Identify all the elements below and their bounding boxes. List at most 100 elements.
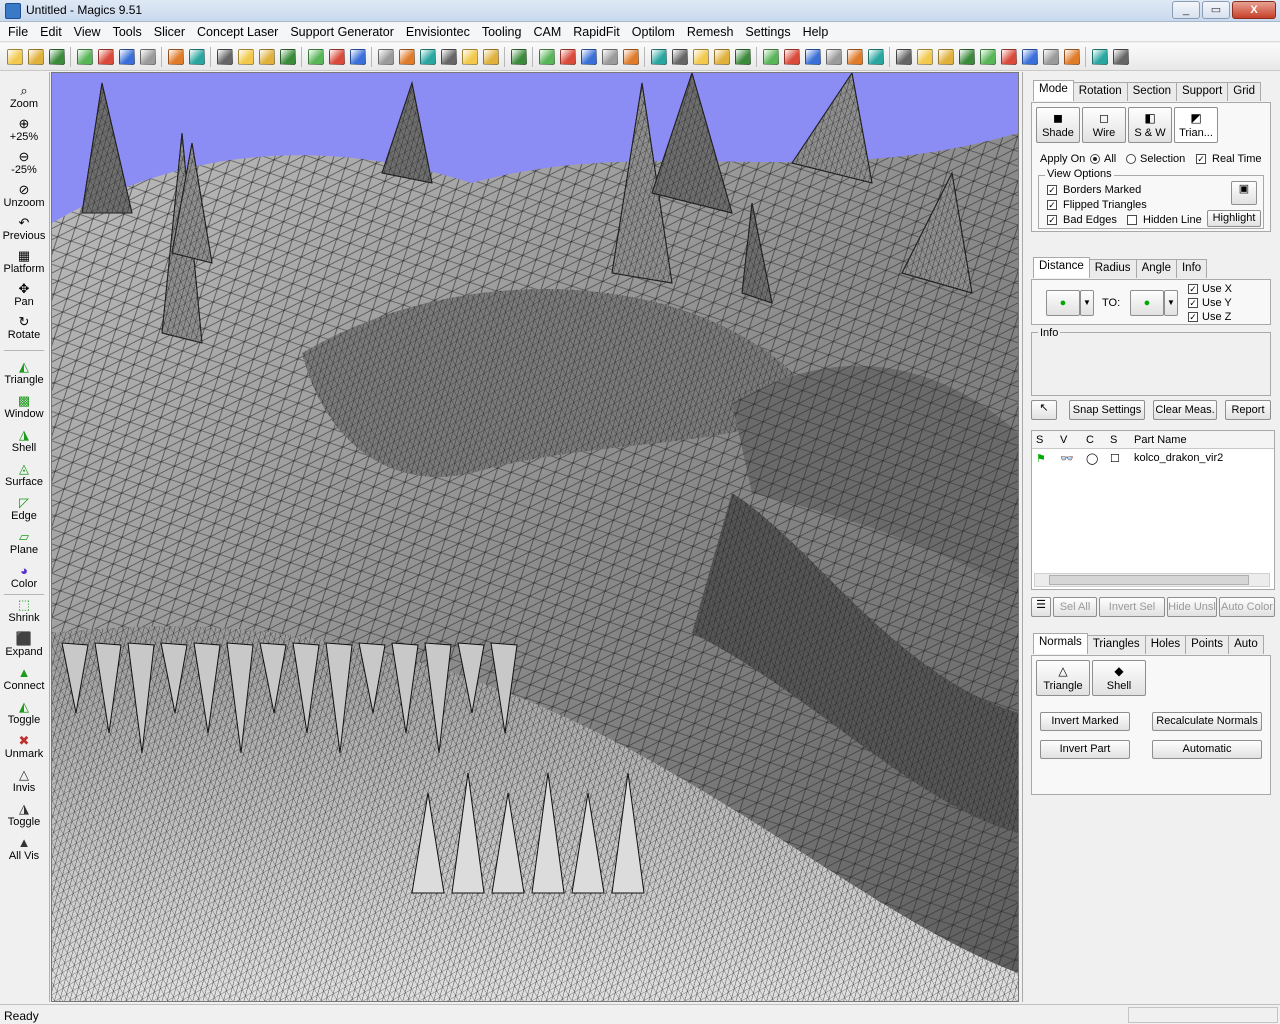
dollar-icon[interactable]	[559, 48, 576, 65]
save-file-icon[interactable]	[48, 48, 65, 65]
clear-measurements-button[interactable]: Clear Meas.	[1153, 400, 1217, 420]
mode-tab-support[interactable]: Support	[1175, 82, 1229, 101]
parts-column-header[interactable]: S	[1110, 434, 1117, 446]
help-icon[interactable]	[1112, 48, 1129, 65]
parts-column-header[interactable]: Part Name	[1134, 434, 1187, 446]
tool-unzoom-3[interactable]: ⊘ Unzoom	[0, 183, 48, 210]
fork-icon[interactable]	[958, 48, 975, 65]
stack-icon[interactable]	[937, 48, 954, 65]
parts-list-options-button[interactable]: ☰	[1031, 597, 1051, 617]
mark-toggle-10[interactable]: ◭ Toggle	[0, 700, 48, 727]
render-mode-wire-button[interactable]: ◻ Wire	[1082, 107, 1126, 143]
mode-tab-mode[interactable]: Mode	[1033, 80, 1074, 101]
menu-envisiontec[interactable]: Envisiontec	[400, 25, 476, 39]
scrollbar-thumb[interactable]	[1049, 575, 1249, 585]
apply-all-radio[interactable]	[1090, 154, 1100, 164]
to-point-dropdown[interactable]: ▼	[1164, 290, 1178, 316]
menu-tooling[interactable]: Tooling	[476, 25, 528, 39]
hatch-icon[interactable]	[783, 48, 800, 65]
info-icon[interactable]	[510, 48, 527, 65]
measure-tab-radius[interactable]: Radius	[1088, 259, 1137, 278]
close-button[interactable]: X	[1232, 1, 1276, 19]
layers-2-icon[interactable]	[762, 48, 779, 65]
undo-icon[interactable]	[167, 48, 184, 65]
auto-color-button[interactable]: Auto Color	[1219, 597, 1275, 617]
mark-invis-12[interactable]: △ Invis	[0, 768, 48, 795]
use-y-checkbox[interactable]: ✓	[1188, 298, 1198, 308]
use-x-checkbox[interactable]: ✓	[1188, 284, 1198, 294]
mark-window-1[interactable]: ▩ Window	[0, 394, 48, 421]
measure-tab-distance[interactable]: Distance	[1033, 257, 1090, 278]
mark-edge-4[interactable]: ◸ Edge	[0, 496, 48, 523]
sel-all-button[interactable]: Sel All	[1053, 597, 1097, 617]
from-point-dropdown[interactable]: ▼	[1080, 290, 1094, 316]
disk-mesh-icon[interactable]	[692, 48, 709, 65]
mode-tab-grid[interactable]: Grid	[1227, 82, 1261, 101]
support-3-icon[interactable]	[1021, 48, 1038, 65]
mark-expand-8[interactable]: ⬛ Expand	[0, 632, 48, 659]
cube-view-button[interactable]: ▣	[1231, 181, 1257, 205]
paper-tag-icon[interactable]	[622, 48, 639, 65]
fix-tab-triangles[interactable]: Triangles	[1086, 635, 1146, 654]
mode-tab-rotation[interactable]: Rotation	[1072, 82, 1128, 101]
mark-toggle-13[interactable]: ◮ Toggle	[0, 802, 48, 829]
fix-tab-normals[interactable]: Normals	[1033, 633, 1088, 654]
pencil-disk-icon[interactable]	[916, 48, 933, 65]
support-4-icon[interactable]	[1042, 48, 1059, 65]
from-point-button[interactable]: ●	[1046, 290, 1080, 316]
fix-tab-holes[interactable]: Holes	[1144, 635, 1187, 654]
new-file-icon[interactable]	[6, 48, 23, 65]
yellow-cube-icon[interactable]	[601, 48, 618, 65]
measure-tab-angle[interactable]: Angle	[1135, 259, 1177, 278]
measure-clock-icon[interactable]	[538, 48, 555, 65]
invert-part-button[interactable]: Invert Part	[1040, 740, 1130, 759]
hide-unsl-button[interactable]: Hide Unsl	[1167, 597, 1217, 617]
mode-tab-section[interactable]: Section	[1126, 82, 1177, 101]
menu-settings[interactable]: Settings	[739, 25, 796, 39]
menu-help[interactable]: Help	[797, 25, 835, 39]
menu-edit[interactable]: Edit	[34, 25, 68, 39]
menu-rapidfit[interactable]: RapidFit	[567, 25, 626, 39]
tool-platform-5[interactable]: ▦ Platform	[0, 249, 48, 276]
print-icon[interactable]	[139, 48, 156, 65]
cube-frame-icon[interactable]	[1091, 48, 1108, 65]
hidden-line-checkbox[interactable]	[1127, 215, 1137, 225]
mark-all-vis-14[interactable]: ▲ All Vis	[0, 836, 48, 863]
menu-optilom[interactable]: Optilom	[626, 25, 681, 39]
scissors-icon[interactable]	[650, 48, 667, 65]
pyramid-icon[interactable]	[895, 48, 912, 65]
3d-viewport[interactable]	[51, 72, 1019, 1002]
save-disk-icon[interactable]	[118, 48, 135, 65]
green-cube-3-icon[interactable]	[419, 48, 436, 65]
mark-shrink-7[interactable]: ⬚ Shrink	[0, 598, 48, 625]
pointer-icon[interactable]	[307, 48, 324, 65]
table-row[interactable]: ⚑ 👓 ◯ ☐ kolco_drakon_vir2	[1032, 451, 1274, 467]
menu-support-generator[interactable]: Support Generator	[284, 25, 400, 39]
real-time-checkbox[interactable]: ✓	[1196, 154, 1206, 164]
menu-remesh[interactable]: Remesh	[681, 25, 740, 39]
scissor-2-icon[interactable]	[713, 48, 730, 65]
hand-icon[interactable]	[349, 48, 366, 65]
bad-edges-checkbox[interactable]: ✓	[1047, 215, 1057, 225]
mark-shell-2[interactable]: ◮ Shell	[0, 428, 48, 455]
tool-pan-6[interactable]: ✥ Pan	[0, 282, 48, 309]
fix-triangle-mode-button[interactable]: △ Triangle	[1036, 660, 1090, 696]
support-1-icon[interactable]	[979, 48, 996, 65]
menu-file[interactable]: File	[2, 25, 34, 39]
parts-column-header[interactable]: S	[1036, 434, 1043, 446]
mark-connect-9[interactable]: ▲ Connect	[0, 666, 48, 693]
zoom-box-icon[interactable]	[328, 48, 345, 65]
maximize-button[interactable]: ▭	[1202, 1, 1230, 19]
render-mode-shade-button[interactable]: ◼ Shade	[1036, 107, 1080, 143]
green-cube-2-icon[interactable]	[398, 48, 415, 65]
mark-surface-3[interactable]: ◬ Surface	[0, 462, 48, 489]
open-file-icon[interactable]	[27, 48, 44, 65]
red-tool-icon[interactable]	[440, 48, 457, 65]
select-window-2-icon[interactable]	[237, 48, 254, 65]
to-point-button[interactable]: ●	[1130, 290, 1164, 316]
green-cube-1-icon[interactable]	[377, 48, 394, 65]
menu-tools[interactable]: Tools	[107, 25, 148, 39]
highlight-button[interactable]: Highlight	[1207, 210, 1261, 227]
tool-25-1[interactable]: ⊕ +25%	[0, 117, 48, 144]
flipped-triangles-checkbox[interactable]: ✓	[1047, 200, 1057, 210]
